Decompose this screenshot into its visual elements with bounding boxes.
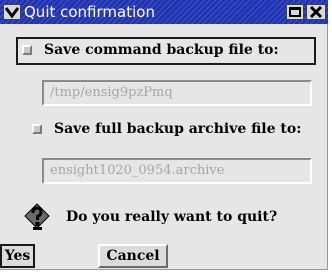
window-title: Quit confirmation <box>24 3 155 21</box>
close-icon <box>309 5 323 19</box>
yes-button[interactable]: Yes <box>0 244 35 268</box>
cancel-button-label: Cancel <box>106 248 160 264</box>
close-button[interactable] <box>306 4 326 20</box>
minimize-button[interactable] <box>286 4 304 20</box>
command-backup-path-field[interactable]: /tmp/ensig9pzPmq <box>42 80 312 106</box>
window-menu-button[interactable] <box>3 4 21 20</box>
quit-question-text: Do you really want to quit? <box>66 209 278 225</box>
window-box-icon <box>289 7 301 17</box>
command-backup-path-value: /tmp/ensig9pzPmq <box>50 85 173 100</box>
cancel-button[interactable]: Cancel <box>98 244 168 268</box>
save-command-backup-checkbox[interactable]: Save command backup file to: <box>16 37 316 65</box>
save-command-backup-label: Save command backup file to: <box>44 42 279 58</box>
archive-backup-path-value: ensight1020_0954.archive <box>50 163 225 178</box>
save-archive-backup-checkbox[interactable]: Save full backup archive file to: <box>18 118 318 142</box>
save-archive-backup-label: Save full backup archive file to: <box>54 121 302 137</box>
checkbox-box[interactable] <box>22 45 32 55</box>
title-bar[interactable]: Quit confirmation <box>0 0 328 24</box>
yes-button-label: Yes <box>4 248 31 264</box>
chevron-down-icon <box>4 7 20 19</box>
question-icon <box>24 203 50 230</box>
archive-backup-path-field[interactable]: ensight1020_0954.archive <box>42 158 312 184</box>
checkbox-box[interactable] <box>32 124 42 134</box>
quit-confirmation-dialog: Quit confirmation Save command backup fi… <box>0 0 328 270</box>
